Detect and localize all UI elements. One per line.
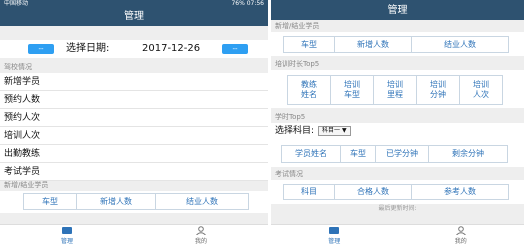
list-item[interactable]: 预约人数 <box>0 91 268 109</box>
status-bar: 中国移动 76% 07:56 <box>0 0 268 8</box>
page-title: 管理 <box>0 8 268 26</box>
header-cell-remaining-minutes: 剩余分钟 <box>428 145 508 163</box>
header-cell-new-count: 新增人数 <box>334 36 412 53</box>
exam-table-header: 科目 合格人数 参考人数 <box>283 184 509 200</box>
date-bar: -- 选择日期: 2017-12-26 -- <box>0 40 268 58</box>
tab-mine[interactable]: 我的 <box>398 225 524 246</box>
header-cell-pass-count: 合格人数 <box>334 184 412 200</box>
tab-bar: 管理 我的 <box>271 224 524 246</box>
list-item[interactable]: 出勤教练 <box>0 145 268 163</box>
subject-select-row: 选择科目: 科目一 ▼ <box>275 125 351 137</box>
tab-manage[interactable]: 管理 <box>271 225 398 246</box>
tab-manage[interactable]: 管理 <box>0 225 134 246</box>
enroll-table-block: 车型 新增人数 结业人数 <box>0 191 268 213</box>
hours-table-header: 学员姓名 车型 已学分钟 剩余分钟 <box>281 145 508 163</box>
enroll-section-title: 新增/结业学员 <box>4 181 49 189</box>
header-cell-graduate-count: 结业人数 <box>411 36 509 53</box>
last-updated-text: 最后更新时间: <box>378 205 417 212</box>
tab-mine[interactable]: 我的 <box>134 225 268 246</box>
exam-section-title: 考试情况 <box>275 170 303 178</box>
left-phone-screen: 中国移动 76% 07:56 管理 -- 选择日期: 2017-12-26 --… <box>0 0 268 246</box>
prev-date-button[interactable]: -- <box>28 44 54 54</box>
header-cell-coach-name: 教练 姓名 <box>287 75 331 105</box>
header-cell-subject: 科目 <box>283 184 335 200</box>
tab-bar: 管理 我的 <box>0 224 268 246</box>
list-item[interactable]: 预约人次 <box>0 109 268 127</box>
page-title: 管理 <box>271 0 524 20</box>
school-section-title: 驾校情况 <box>4 63 32 71</box>
user-icon <box>455 226 466 235</box>
top5-table-block: 教练 姓名 培训 车型 培训 里程 培训 分钟 培训 人次 <box>271 70 524 108</box>
enroll-table-header: 车型 新增人数 结业人数 <box>283 36 509 53</box>
subject-select[interactable]: 科目一 ▼ <box>318 126 351 136</box>
list-item[interactable]: 培训人次 <box>0 127 268 145</box>
enroll-table-block: 车型 新增人数 结业人数 <box>271 32 524 56</box>
carrier-text: 中国移动 <box>4 0 29 7</box>
user-icon <box>196 226 206 235</box>
top5-section-title: 培训时长Top5 <box>275 60 320 68</box>
header-cell-new-count: 新增人数 <box>76 193 156 210</box>
header-cell-learned-minutes: 已学分钟 <box>375 145 429 163</box>
right-phone-screen: 管理 新增/结业学员 车型 新增人数 结业人数 培训时长Top5 教练 姓名 培… <box>271 0 524 246</box>
header-cell-car-type: 培训 车型 <box>330 75 374 105</box>
header-cell-graduate-count: 结业人数 <box>155 193 249 210</box>
header-cell-sessions: 培训 人次 <box>459 75 503 105</box>
tab-manage-label: 管理 <box>60 238 73 245</box>
tab-mine-label: 我的 <box>194 238 207 245</box>
header-cell-student-name: 学员姓名 <box>281 145 341 163</box>
manage-icon <box>329 227 340 234</box>
tab-manage-label: 管理 <box>328 238 341 245</box>
tab-mine-label: 我的 <box>454 238 467 245</box>
status-right: 76% 07:56 <box>231 0 264 7</box>
header-cell-car-type: 车型 <box>23 193 77 210</box>
hours-section-title: 学时Top5 <box>275 113 306 121</box>
list-item[interactable]: 新增学员 <box>0 73 268 91</box>
date-label: 选择日期: <box>66 43 110 54</box>
exam-table-block: 科目 合格人数 参考人数 <box>271 180 524 204</box>
enroll-section-title: 新增/结业学员 <box>275 22 320 30</box>
header-cell-mileage: 培训 里程 <box>373 75 417 105</box>
manage-icon <box>62 227 72 234</box>
next-date-button[interactable]: -- <box>222 44 248 54</box>
date-value[interactable]: 2017-12-26 <box>142 42 200 56</box>
enroll-table-header: 车型 新增人数 结业人数 <box>23 193 249 210</box>
header-cell-exam-count: 参考人数 <box>411 184 509 200</box>
header-cell-car-type: 车型 <box>283 36 335 53</box>
school-stats-list: 新增学员 预约人数 预约人次 培训人次 出勤教练 考试学员 <box>0 73 268 181</box>
header-cell-car-type: 车型 <box>340 145 376 163</box>
subject-select-label: 选择科目: <box>275 126 315 136</box>
header-cell-minutes: 培训 分钟 <box>416 75 460 105</box>
top5-table-header: 教练 姓名 培训 车型 培训 里程 培训 分钟 培训 人次 <box>287 75 503 105</box>
hours-table-block: 选择科目: 科目一 ▼ 学员姓名 车型 已学分钟 剩余分钟 <box>271 123 524 167</box>
